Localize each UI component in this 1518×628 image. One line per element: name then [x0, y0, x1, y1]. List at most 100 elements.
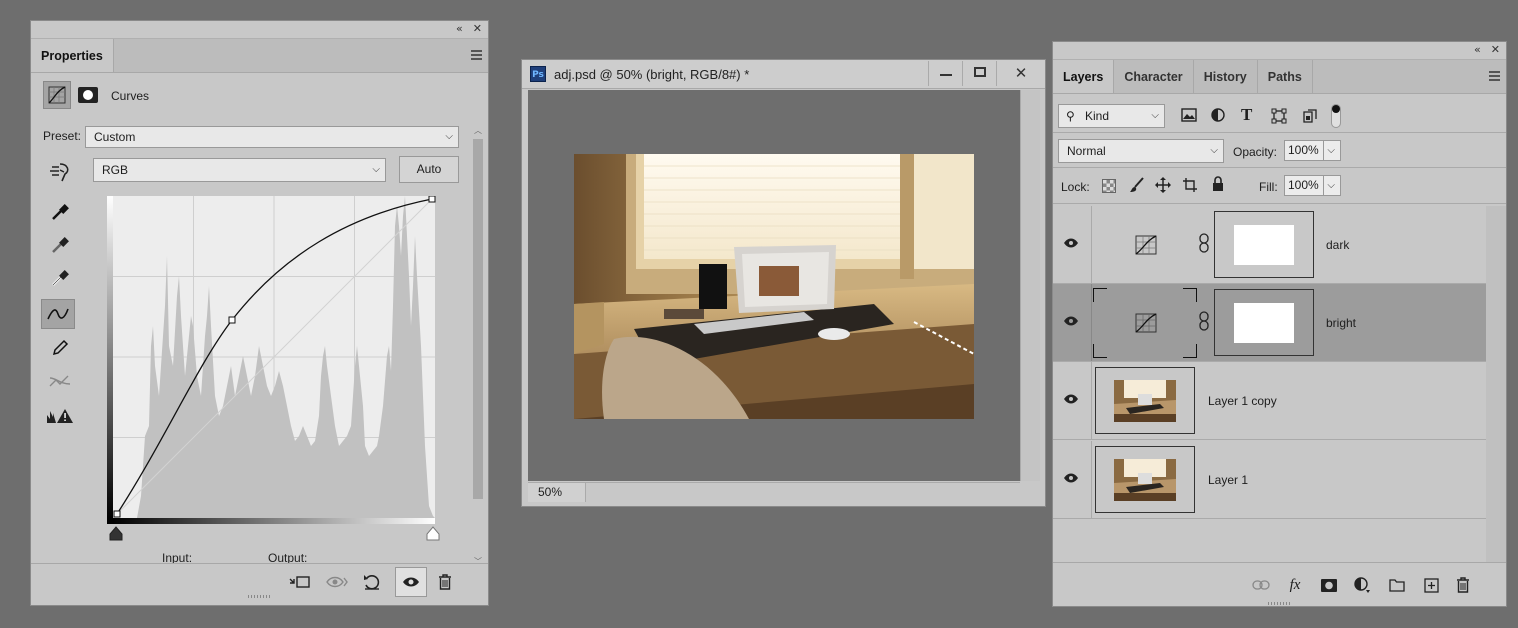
panel-menu-icon[interactable]: [1489, 71, 1500, 81]
lock-artboard-icon[interactable]: [1182, 177, 1198, 196]
scrollbar-thumb[interactable]: [473, 139, 483, 499]
curve-points-tool-icon[interactable]: [41, 299, 75, 329]
filter-type-icon[interactable]: T: [1241, 105, 1252, 125]
curves-adjustment-icon[interactable]: [43, 81, 71, 109]
clipping-warning-icon[interactable]: [43, 401, 77, 431]
tab-paths[interactable]: Paths: [1258, 60, 1313, 93]
gray-point-eyedropper-icon[interactable]: [43, 230, 77, 260]
layer-mask-thumbnail[interactable]: [1214, 211, 1314, 278]
layer-row-dark[interactable]: dark: [1053, 206, 1486, 284]
lock-position-icon[interactable]: [1155, 177, 1171, 196]
zoom-level[interactable]: 50%: [528, 483, 586, 502]
filter-kind-value: Kind: [1085, 109, 1110, 123]
document-title: adj.psd @ 50% (bright, RGB/8#) *: [554, 67, 750, 82]
vertical-scrollbar[interactable]: [1020, 90, 1040, 481]
opacity-value: 100%: [1288, 143, 1319, 157]
layer-name[interactable]: bright: [1326, 316, 1356, 330]
lock-all-icon[interactable]: [1212, 176, 1224, 195]
layer-thumbnail[interactable]: [1095, 446, 1195, 513]
eye-icon[interactable]: [1063, 393, 1079, 407]
fx-icon[interactable]: fx: [1284, 574, 1306, 596]
smooth-curve-icon: [43, 366, 77, 396]
opacity-input[interactable]: 100% ⌵: [1284, 140, 1341, 161]
properties-scrollbar[interactable]: ︿ ﹀: [471, 121, 485, 566]
filter-kind-dropdown[interactable]: ⚲ Kind ⌵: [1058, 104, 1165, 128]
layer-row-layer-1[interactable]: Layer 1: [1053, 441, 1486, 519]
black-point-slider: [109, 526, 123, 541]
blend-mode-dropdown[interactable]: Normal ⌵: [1058, 139, 1224, 163]
mask-icon[interactable]: [77, 85, 99, 105]
fill-value: 100%: [1288, 178, 1319, 192]
blend-mode-value: Normal: [1067, 144, 1106, 158]
curves-graph[interactable]: [107, 196, 441, 541]
new-layer-icon[interactable]: [1420, 574, 1442, 596]
black-point-eyedropper-icon[interactable]: [43, 197, 77, 227]
opacity-label: Opacity:: [1233, 145, 1278, 159]
tab-history[interactable]: History: [1194, 60, 1258, 93]
maximize-icon[interactable]: [963, 61, 997, 86]
layer-name[interactable]: Layer 1 copy: [1208, 394, 1277, 408]
layer-row-layer-1-copy[interactable]: Layer 1 copy: [1053, 362, 1486, 440]
close-window-icon[interactable]: ✕: [997, 61, 1045, 86]
properties-tabbar: Properties: [31, 39, 488, 73]
view-previous-state-icon[interactable]: [326, 571, 348, 593]
preset-label: Preset:: [43, 129, 82, 143]
eye-icon[interactable]: [1063, 472, 1079, 486]
canvas-area[interactable]: [528, 90, 1020, 481]
new-adjustment-layer-icon[interactable]: [1351, 574, 1373, 596]
panel-menu-icon[interactable]: [471, 50, 482, 60]
tab-layers[interactable]: Layers: [1053, 60, 1115, 93]
toggle-visibility-icon[interactable]: [395, 567, 427, 597]
new-group-icon[interactable]: [1386, 574, 1408, 596]
on-image-adjust-icon[interactable]: [43, 157, 77, 187]
lock-image-pixels-icon[interactable]: [1129, 177, 1145, 196]
layer-name[interactable]: dark: [1326, 238, 1349, 252]
filter-adjustment-icon[interactable]: [1211, 108, 1225, 125]
filter-shape-icon[interactable]: [1271, 108, 1287, 127]
layer-mask-thumbnail[interactable]: [1214, 289, 1314, 356]
window-controls: ✕: [928, 61, 1045, 86]
link-layers-icon[interactable]: [1250, 574, 1272, 596]
add-mask-icon[interactable]: [1318, 574, 1340, 596]
collapse-icon[interactable]: «: [456, 22, 463, 35]
layers-scrollbar[interactable]: [1486, 206, 1506, 562]
document-titlebar[interactable]: Ps adj.psd @ 50% (bright, RGB/8#) * ✕: [522, 60, 1045, 89]
eye-icon[interactable]: [1063, 315, 1079, 329]
trash-icon[interactable]: [1452, 574, 1474, 596]
filter-pixel-icon[interactable]: [1181, 108, 1197, 125]
close-icon[interactable]: ✕: [473, 22, 482, 35]
resize-grip[interactable]: [1267, 602, 1292, 605]
auto-button[interactable]: Auto: [399, 156, 459, 183]
minimize-icon[interactable]: [929, 61, 963, 86]
eye-icon[interactable]: [1063, 237, 1079, 251]
resize-grip[interactable]: [247, 595, 272, 598]
layer-name[interactable]: Layer 1: [1208, 473, 1248, 487]
white-point-eyedropper-icon[interactable]: [43, 263, 77, 293]
layer-row-bright[interactable]: bright: [1053, 284, 1486, 362]
layer-thumbnail[interactable]: [1095, 367, 1195, 434]
white-point-slider: [426, 526, 440, 541]
link-icon[interactable]: [1199, 311, 1209, 334]
collapse-icon[interactable]: «: [1474, 43, 1481, 56]
pencil-tool-icon[interactable]: [43, 333, 77, 363]
chevron-down-icon: ⌵: [1151, 110, 1159, 121]
clip-to-layer-icon[interactable]: [288, 571, 310, 593]
filter-smart-object-icon[interactable]: [1302, 108, 1318, 127]
trash-icon[interactable]: [434, 571, 456, 593]
preset-dropdown[interactable]: Custom ⌵: [85, 126, 459, 148]
channel-dropdown[interactable]: RGB ⌵: [93, 158, 386, 182]
document-image: [574, 154, 974, 419]
close-icon[interactable]: ✕: [1491, 43, 1500, 56]
tab-properties[interactable]: Properties: [31, 39, 114, 72]
adjustment-name: Curves: [111, 89, 150, 103]
properties-footer: [31, 563, 488, 599]
preset-value: Custom: [94, 130, 136, 144]
filter-toggle-switch[interactable]: [1331, 104, 1341, 128]
chevron-down-icon: ⌵: [445, 131, 453, 142]
fill-input[interactable]: 100% ⌵: [1284, 175, 1341, 196]
lock-transparent-pixels-icon[interactable]: [1102, 179, 1116, 193]
link-icon[interactable]: [1199, 233, 1209, 256]
reset-icon[interactable]: [361, 571, 383, 593]
document-window: Ps adj.psd @ 50% (bright, RGB/8#) * ✕ 50…: [521, 59, 1046, 507]
tab-character[interactable]: Character: [1114, 60, 1194, 93]
